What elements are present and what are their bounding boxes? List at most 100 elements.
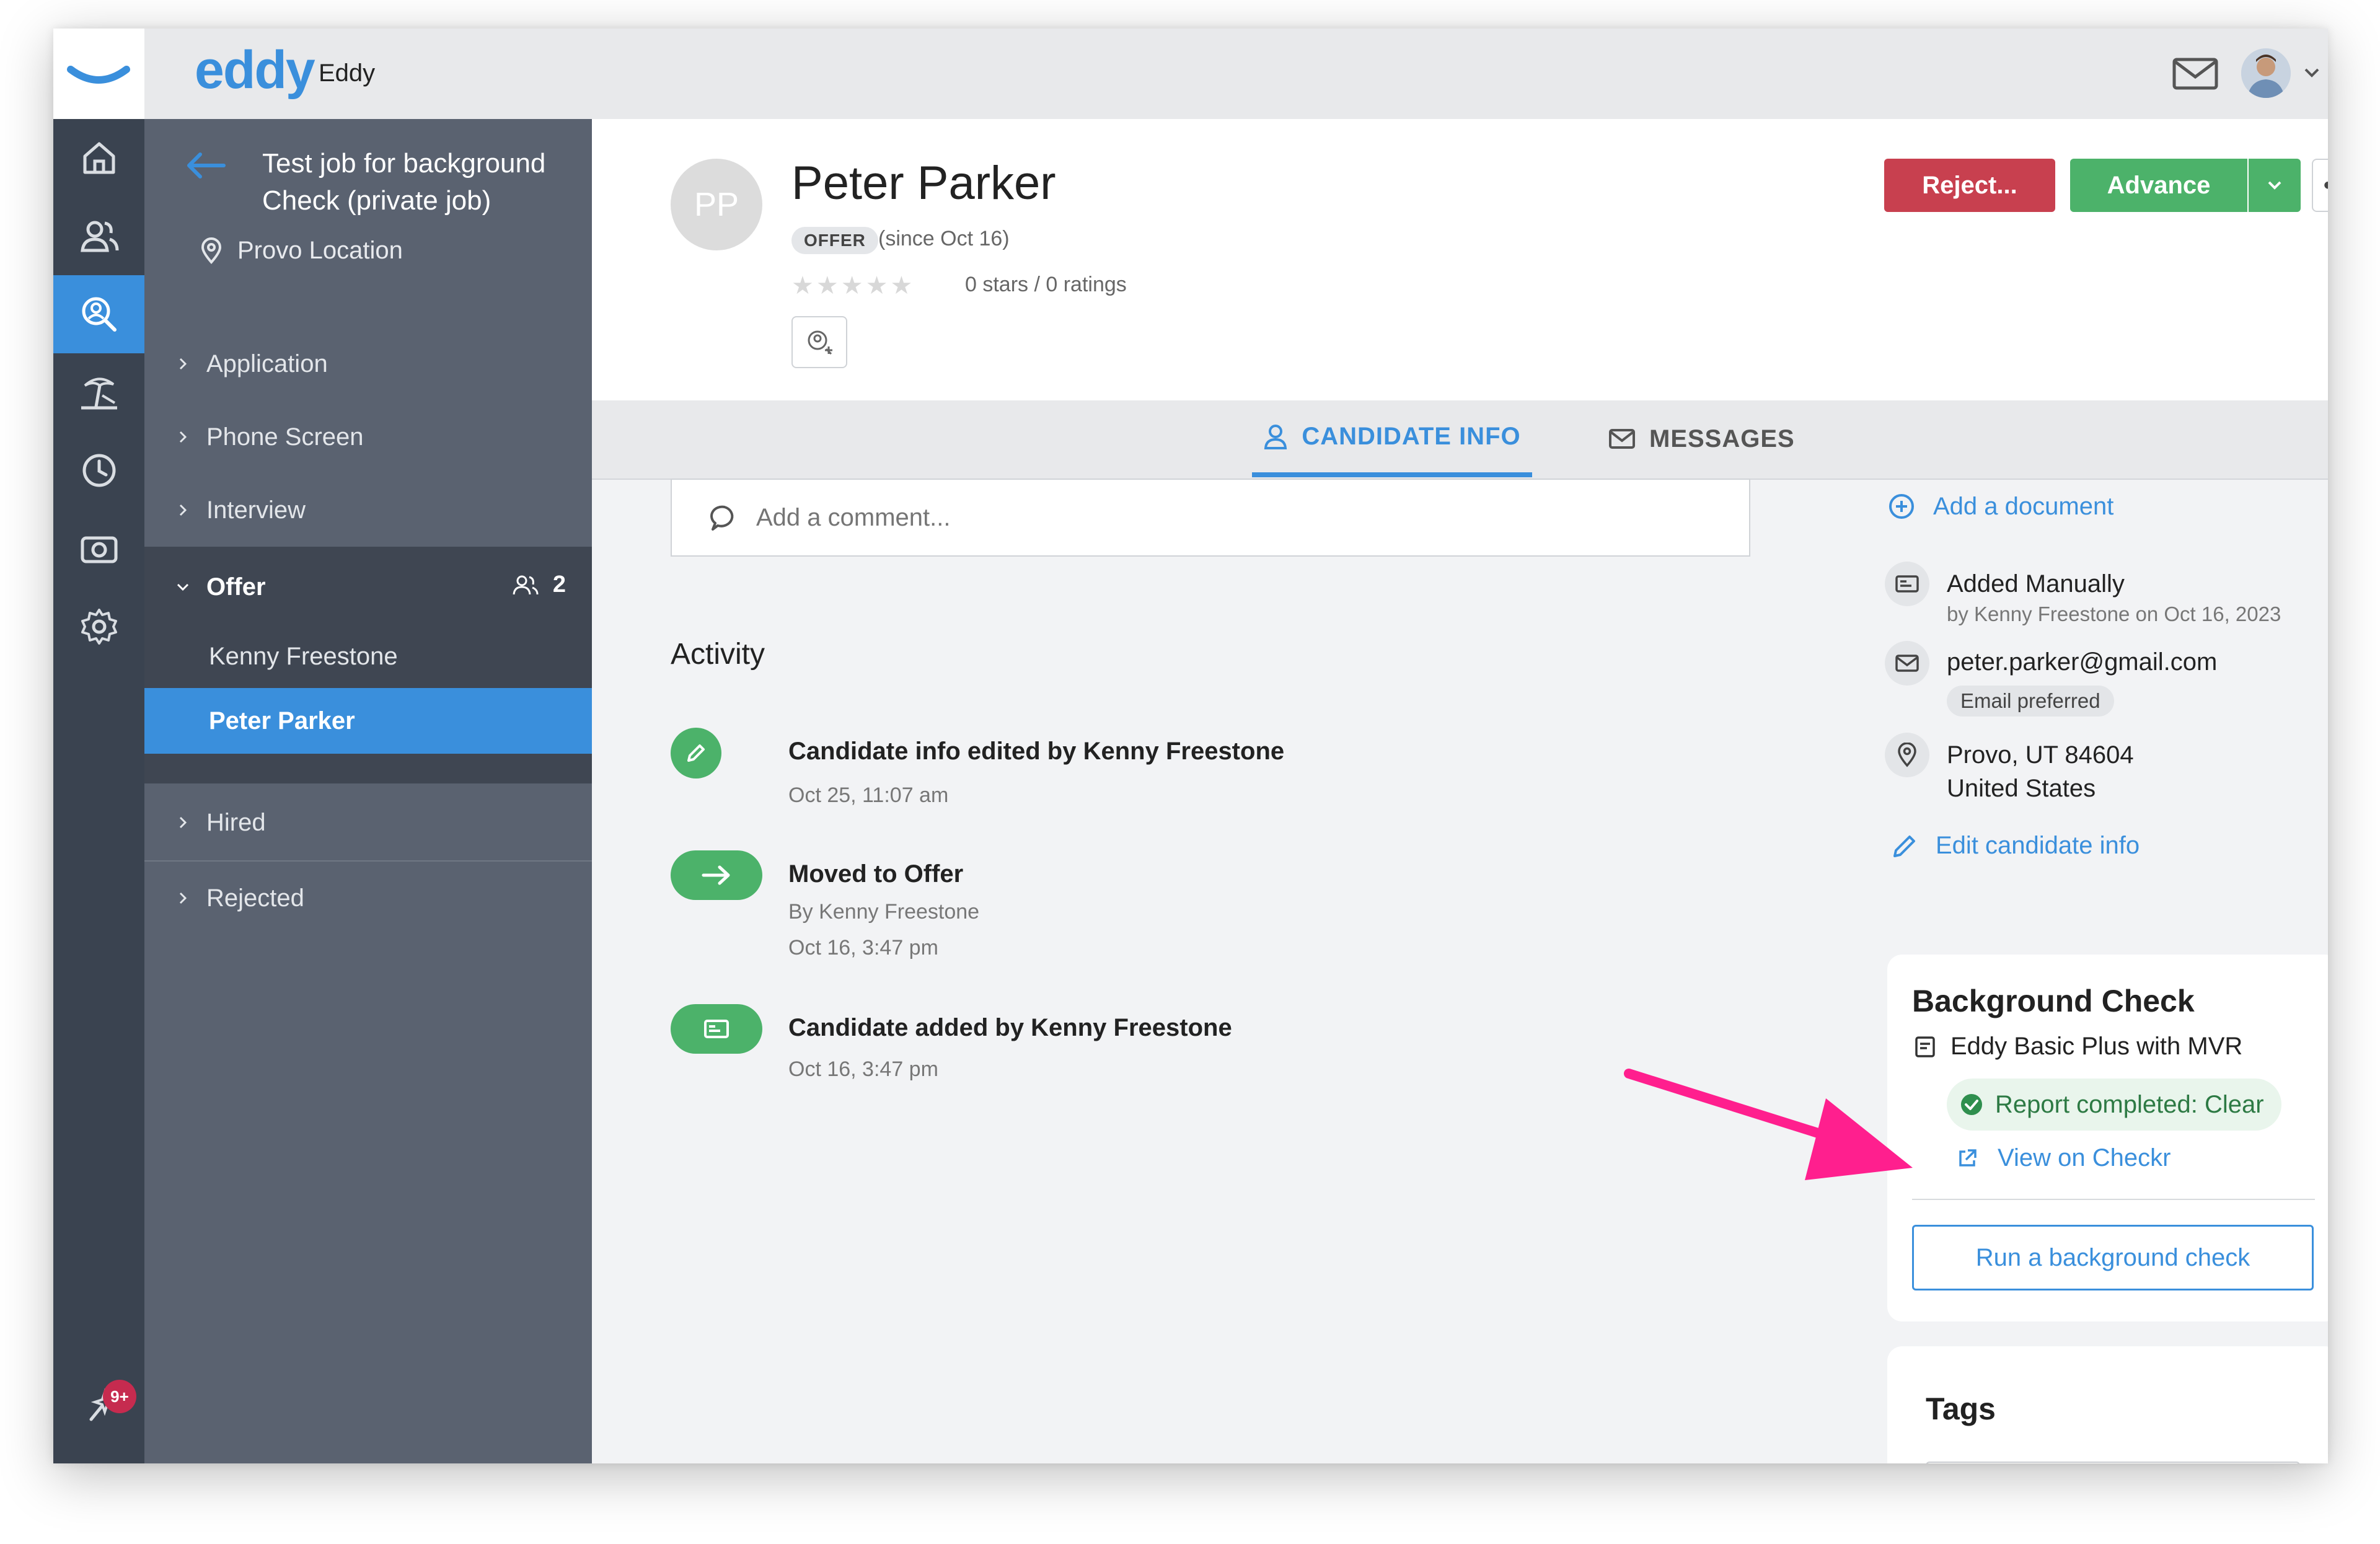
stage-rejected[interactable]: Rejected: [144, 864, 592, 932]
mail-icon[interactable]: [2171, 53, 2220, 94]
candidate-source: Added Manually: [1947, 570, 2125, 598]
add-document-label: Add a document: [1933, 492, 2114, 520]
email-icon-wrap: [1885, 641, 1929, 686]
user-photo-icon: [2241, 48, 2291, 98]
activity-title: Candidate added by Kenny Freestone: [788, 1014, 1232, 1041]
activity-timestamp: Oct 16, 3:47 pm: [788, 1057, 938, 1081]
nav-people[interactable]: [53, 197, 144, 275]
app-logo[interactable]: [53, 29, 144, 119]
star-icon[interactable]: ★: [791, 271, 814, 300]
candidate-main: PP Peter Parker OFFER (since Oct 16) ★ ★…: [592, 119, 2328, 1463]
candidate-item-kenny-freestone[interactable]: Kenny Freestone: [144, 624, 592, 689]
nav-time-off[interactable]: [53, 353, 144, 431]
candidate-tabs: CANDIDATE INFO MESSAGES: [592, 400, 2328, 480]
activity-heading: Activity: [671, 638, 765, 671]
brand-wordmark[interactable]: eddy: [195, 40, 315, 101]
chevron-right-icon: [179, 504, 187, 516]
candidate-avatar: PP: [671, 159, 762, 250]
candidate-email[interactable]: peter.parker@gmail.com: [1947, 648, 2217, 676]
tab-candidate-info[interactable]: CANDIDATE INFO: [1252, 400, 1532, 477]
add-circle-icon: [1889, 494, 1914, 519]
stage-label: Interview: [206, 496, 306, 524]
tab-messages[interactable]: MESSAGES: [1608, 400, 1795, 477]
chevron-down-icon[interactable]: [2301, 62, 2323, 84]
address-line-1: Provo, UT 84604: [1947, 741, 2134, 769]
chevron-down-icon: [2268, 181, 2281, 190]
stage-offer-group: Offer 2 Kenny Freestone Peter Parker: [144, 547, 592, 783]
tags-card: Tags: [1887, 1346, 2328, 1463]
edit-candidate-link[interactable]: Edit candidate info: [1891, 832, 2140, 860]
edit-activity-badge: [671, 728, 721, 779]
stage-hired[interactable]: Hired: [144, 788, 592, 857]
main-nav-rail: [53, 119, 144, 1463]
tags-field[interactable]: [1926, 1462, 2300, 1463]
nav-time-tracking[interactable]: [53, 431, 144, 510]
candidate-name: Peter Parker: [791, 157, 1056, 210]
stage-application[interactable]: Application: [144, 330, 592, 398]
stage-label: Rejected: [206, 884, 304, 912]
annotation-arrow-icon: [1624, 1069, 1913, 1180]
id-card-icon: [1895, 575, 1919, 593]
advance-button[interactable]: Advance: [2070, 159, 2247, 212]
stage-since: (since Oct 16): [878, 227, 1010, 250]
gear-icon: [81, 609, 117, 645]
star-icon[interactable]: ★: [866, 271, 888, 300]
home-icon: [83, 142, 115, 174]
stage-phone-screen[interactable]: Phone Screen: [144, 403, 592, 471]
reject-button[interactable]: Reject...: [1884, 159, 2055, 212]
view-on-checkr-link[interactable]: View on Checkr: [1955, 1144, 2171, 1172]
stage-label: Phone Screen: [206, 423, 364, 451]
star-icon[interactable]: ★: [841, 271, 863, 300]
job-title[interactable]: Test job for background Check (private j…: [262, 145, 578, 219]
move-activity-badge: [671, 850, 762, 900]
comment-field[interactable]: [671, 479, 1750, 557]
top-bar: eddy Eddy: [53, 29, 2328, 119]
chevron-right-icon: [179, 431, 187, 443]
app-window: eddy Eddy 9+ Test job for background Che…: [53, 29, 2328, 1463]
add-tag-button[interactable]: [791, 316, 847, 368]
edit-candidate-label: Edit candidate info: [1936, 832, 2140, 859]
stage-interview[interactable]: Interview: [144, 476, 592, 544]
more-actions-button[interactable]: •••: [2312, 159, 2328, 212]
job-location: Provo Location: [200, 237, 403, 265]
beach-icon: [81, 377, 117, 410]
nav-settings[interactable]: [53, 588, 144, 666]
address-line-2: United States: [1947, 775, 2096, 802]
candidate-source-detail: by Kenny Freestone on Oct 16, 2023: [1947, 602, 2281, 625]
stage-offer[interactable]: Offer 2: [144, 547, 592, 627]
activity-timestamp: Oct 16, 3:47 pm: [788, 936, 938, 959]
tags-title: Tags: [1926, 1392, 1996, 1426]
activity-author: By Kenny Freestone: [788, 900, 980, 924]
stage-badge: OFFER: [791, 227, 878, 254]
org-name: Eddy: [319, 60, 376, 87]
add-document-link[interactable]: Add a document: [1887, 492, 2113, 521]
candidate-item-label: Kenny Freestone: [209, 642, 398, 670]
source-icon-wrap: [1885, 562, 1929, 606]
star-icon[interactable]: ★: [816, 271, 839, 300]
mail-icon: [1895, 655, 1919, 672]
rating-stars[interactable]: ★ ★ ★ ★ ★: [791, 271, 912, 300]
activity-timestamp: Oct 25, 11:07 am: [788, 783, 949, 807]
id-card-icon: [704, 1020, 729, 1038]
nav-home[interactable]: [53, 119, 144, 197]
star-icon[interactable]: ★: [890, 271, 912, 300]
background-check-title: Background Check: [1912, 984, 2195, 1018]
advance-menu-button[interactable]: [2249, 159, 2301, 212]
check-circle-icon: [1961, 1094, 1982, 1115]
offer-count-value: 2: [552, 571, 566, 598]
tab-label: MESSAGES: [1649, 425, 1795, 452]
candidate-search-icon: [82, 297, 117, 332]
nav-candidates[interactable]: [53, 275, 144, 353]
email-preferred-badge: Email preferred: [1947, 686, 2114, 717]
people-icon: [80, 221, 118, 252]
clock-icon: [82, 454, 115, 487]
user-avatar[interactable]: [2241, 48, 2291, 98]
notification-badge: 9+: [103, 1380, 136, 1413]
back-arrow-icon[interactable]: [184, 150, 227, 181]
add-person-icon: [808, 330, 832, 355]
nav-photos[interactable]: [53, 510, 144, 588]
comment-input[interactable]: [755, 503, 1687, 532]
stage-label: Application: [206, 350, 328, 377]
run-background-check-button[interactable]: Run a background check: [1912, 1225, 2314, 1290]
candidate-item-peter-parker[interactable]: Peter Parker: [144, 688, 592, 754]
